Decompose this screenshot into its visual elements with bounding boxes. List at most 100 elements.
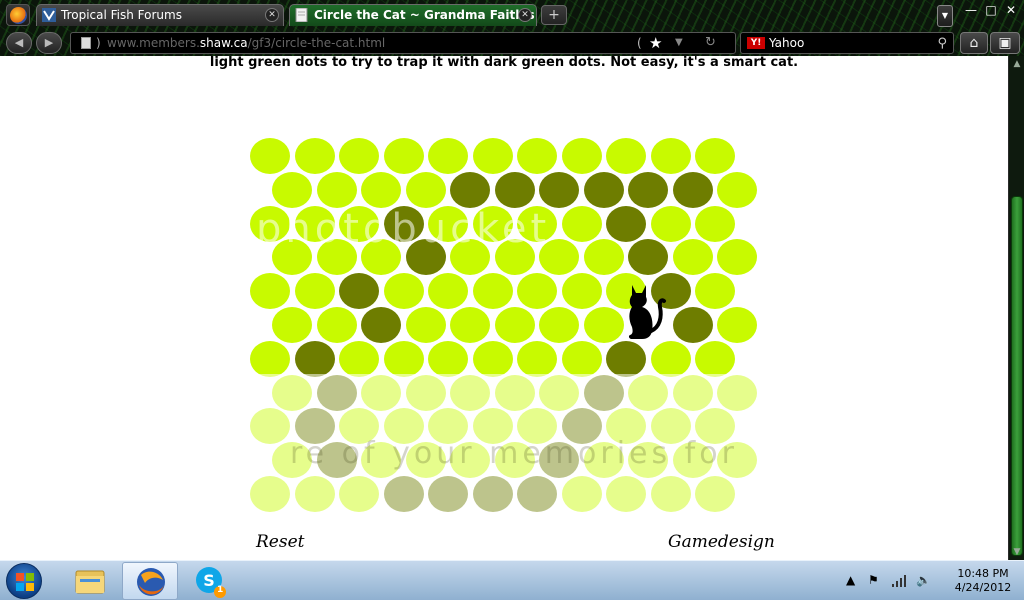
board-dot[interactable]	[250, 340, 290, 377]
board-dot[interactable]	[494, 171, 535, 208]
board-dot[interactable]	[539, 171, 579, 208]
board-dot[interactable]	[672, 239, 713, 276]
board-dot[interactable]	[339, 340, 379, 377]
board-dot[interactable]	[361, 239, 401, 276]
board-dot[interactable]	[517, 138, 557, 174]
bookmark-star-icon[interactable]: ★	[649, 33, 662, 53]
tab-close-icon[interactable]: ✕	[518, 8, 532, 22]
search-icon[interactable]: ⚲	[937, 34, 947, 54]
history-dropdown-icon[interactable]: ▼	[675, 33, 683, 53]
board-dot[interactable]	[628, 374, 668, 411]
taskbar-skype[interactable]: S 1	[182, 562, 238, 600]
close-window-button[interactable]: ✕	[1000, 2, 1022, 20]
minimize-button[interactable]: —	[960, 2, 982, 20]
board-dot[interactable]	[695, 476, 735, 512]
board-dot[interactable]	[316, 239, 357, 276]
board-dot[interactable]	[561, 340, 602, 377]
board-dot[interactable]	[561, 138, 602, 174]
action-center-icon[interactable]: ⚑	[868, 573, 879, 587]
board-dot[interactable]	[383, 273, 424, 310]
board-dot[interactable]	[272, 171, 312, 208]
board-dot[interactable]	[361, 442, 401, 479]
board-dot[interactable]	[539, 239, 579, 276]
board-dot[interactable]	[272, 442, 312, 479]
board-dot[interactable]	[650, 340, 691, 377]
board-dot[interactable]	[294, 138, 335, 174]
board-dot[interactable]	[272, 307, 312, 343]
board-dot[interactable]	[294, 408, 335, 445]
board-dot[interactable]	[628, 239, 668, 276]
taskbar-explorer[interactable]	[62, 562, 118, 600]
board-dot[interactable]	[383, 476, 424, 512]
board-dot[interactable]	[472, 273, 513, 310]
board-dot[interactable]	[339, 408, 379, 445]
board-dot[interactable]	[517, 273, 557, 310]
board-dot[interactable]	[383, 408, 424, 445]
board-dot[interactable]	[472, 340, 513, 377]
board-dot[interactable]	[250, 205, 290, 242]
board-dot[interactable]	[250, 408, 290, 445]
board-dot[interactable]	[606, 476, 646, 512]
board-dot[interactable]	[583, 239, 624, 276]
taskbar-clock[interactable]: 10:48 PM 4/24/2012	[946, 567, 1020, 595]
board-dot[interactable]	[650, 205, 691, 242]
vertical-scrollbar[interactable]: ▲ ▼	[1008, 56, 1024, 560]
board-dot[interactable]	[450, 307, 490, 343]
board-dot[interactable]	[428, 205, 468, 242]
board-dot[interactable]	[472, 138, 513, 174]
scrollbar-thumb[interactable]	[1011, 196, 1023, 556]
board-dot[interactable]	[383, 340, 424, 377]
board-dot[interactable]	[428, 476, 468, 512]
board-dot[interactable]	[561, 273, 602, 310]
volume-icon[interactable]: 🔈	[916, 573, 931, 587]
board-dot[interactable]	[583, 442, 624, 479]
board-dot[interactable]	[650, 476, 691, 512]
back-button[interactable]: ◀	[6, 32, 32, 54]
board-dot[interactable]	[717, 239, 757, 276]
board-dot[interactable]	[539, 307, 579, 343]
board-dot[interactable]	[250, 476, 290, 512]
board-dot[interactable]	[561, 476, 602, 512]
board-dot[interactable]	[672, 171, 713, 208]
board-dot[interactable]	[606, 138, 646, 174]
board-dot[interactable]	[628, 442, 668, 479]
board-dot[interactable]	[517, 476, 557, 512]
board-dot[interactable]	[405, 442, 446, 479]
board-dot[interactable]	[717, 171, 757, 208]
board-dot[interactable]	[494, 239, 535, 276]
board-dot[interactable]	[428, 273, 468, 310]
board-dot[interactable]	[583, 374, 624, 411]
board-dot[interactable]	[405, 374, 446, 411]
board-dot[interactable]	[428, 340, 468, 377]
board-dot[interactable]	[472, 408, 513, 445]
board-dot[interactable]	[628, 171, 668, 208]
restore-button[interactable]: □	[980, 2, 1002, 20]
tab-tropical-fish-forums[interactable]: Tropical Fish Forums ✕	[36, 4, 284, 26]
board-dot[interactable]	[450, 442, 490, 479]
board-dot[interactable]	[383, 205, 424, 242]
board-dot[interactable]	[272, 239, 312, 276]
board-dot[interactable]	[695, 340, 735, 377]
show-hidden-icons-icon[interactable]: ▲	[846, 573, 855, 587]
board-dot[interactable]	[650, 408, 691, 445]
start-button[interactable]	[6, 563, 42, 599]
board-dot[interactable]	[405, 171, 446, 208]
board-dot[interactable]	[294, 340, 335, 377]
scroll-up-icon[interactable]: ▲	[1009, 56, 1024, 72]
board-dot[interactable]	[717, 307, 757, 343]
board-dot[interactable]	[250, 273, 290, 310]
board-dot[interactable]	[606, 408, 646, 445]
board-dot[interactable]	[450, 171, 490, 208]
board-dot[interactable]	[517, 408, 557, 445]
board-dot[interactable]	[250, 138, 290, 174]
board-dot[interactable]	[717, 442, 757, 479]
board-dot[interactable]	[650, 138, 691, 174]
board-dot[interactable]	[316, 171, 357, 208]
board-dot[interactable]	[494, 307, 535, 343]
board-dot[interactable]	[294, 273, 335, 310]
board-dot[interactable]	[517, 205, 557, 242]
board-dot[interactable]	[428, 408, 468, 445]
board-dot[interactable]	[339, 476, 379, 512]
scroll-down-icon[interactable]: ▼	[1009, 544, 1024, 560]
network-icon[interactable]	[892, 575, 906, 587]
